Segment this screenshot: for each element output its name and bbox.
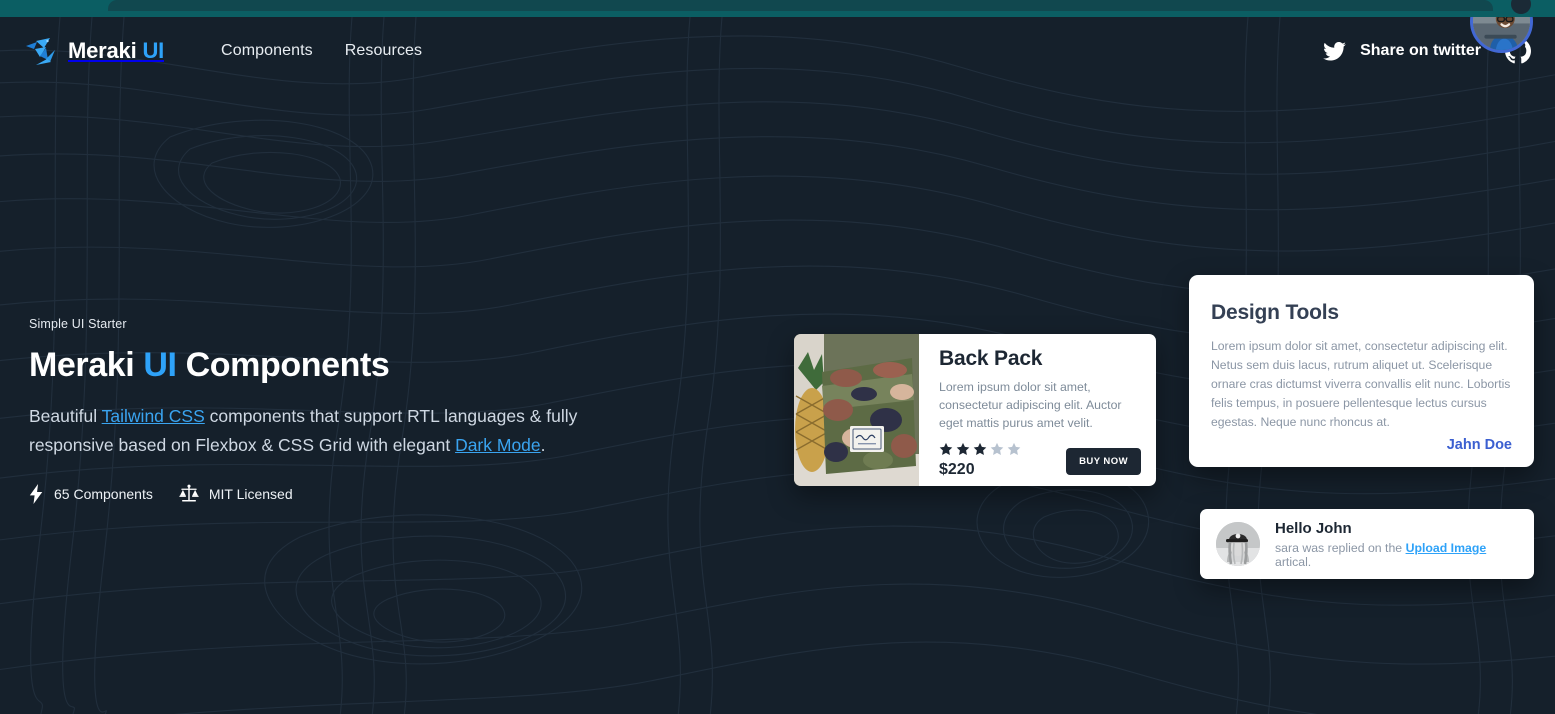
notification-text-after: artical. [1275,554,1312,569]
notification-card[interactable]: Hello John sara was replied on the Uploa… [1200,509,1534,579]
product-description: Lorem ipsum dolor sit amet, consectetur … [939,380,1122,430]
smiling-man-blue-jacket-photo [1473,17,1530,50]
design-card-title: Design Tools [1211,301,1339,324]
star-icon-filled-2 [956,442,970,455]
star-icon-empty-5 [1007,442,1021,455]
dark-mode-link[interactable]: Dark Mode [455,435,541,455]
nav-link-resources[interactable]: Resources [345,42,422,60]
hero-left-column: Simple UI Starter Meraki UI Components B… [29,317,649,504]
hero-sub-part-3: . [540,434,546,455]
bird-logo-icon [26,38,55,65]
notification-avatar [1216,522,1260,566]
star-icon-empty-4 [990,442,1004,455]
design-tools-card[interactable]: Design Tools Lorem ipsum dolor sit amet,… [1189,275,1534,467]
navbar: Meraki UI Components Resources Share on … [0,17,1555,85]
brand-logo-link[interactable]: Meraki UI [24,36,164,66]
share-on-twitter-link[interactable]: Share on twitter [1323,41,1481,61]
hero-title-after: Components [176,346,390,384]
brand-name: Meraki [68,38,137,63]
product-card[interactable]: Back Pack Lorem ipsum dolor sit amet, co… [794,334,1156,486]
nav-links: Components Resources [221,42,422,60]
product-card-body: Back Pack Lorem ipsum dolor sit amet, co… [919,334,1156,486]
brand-title: Meraki UI [68,38,164,64]
share-on-twitter-label: Share on twitter [1360,42,1481,59]
hero-eyebrow: Simple UI Starter [29,317,127,331]
star-icon-filled-3 [973,442,987,455]
nav-link-components[interactable]: Components [221,42,313,60]
brand-suffix: UI [142,38,165,63]
page-title: Meraki UI Components [29,345,649,385]
camouflage-backpack-photo [794,334,919,486]
hero-title-accent: UI [143,346,177,384]
notification-title: Hello John [1275,519,1352,537]
lightning-bolt-icon [29,483,43,504]
star-icon-filled-1 [939,442,953,455]
upload-image-link[interactable]: Upload Image [1406,541,1487,555]
hero-stats-row: 65 Components MIT Licensed [29,483,649,504]
notification-text-block: Hello John sara was replied on the Uploa… [1275,520,1518,569]
woman-in-cap-grayscale-photo [1216,522,1260,566]
browser-tab[interactable] [108,0,1493,11]
design-card-author: Jahn Doe [1446,437,1512,453]
product-image [794,334,919,486]
stat-license: MIT Licensed [179,484,293,504]
scales-balance-icon [179,484,199,502]
stat-components-label: 65 Components [54,485,153,502]
browser-profile-avatar[interactable] [1511,0,1531,14]
twitter-icon [1323,41,1346,61]
browser-chrome-strip [0,0,1555,17]
hero-sub-part-1: Beautiful [29,406,102,427]
buy-now-button[interactable]: BUY NOW [1066,448,1141,475]
tailwind-css-link[interactable]: Tailwind CSS [102,406,205,426]
hero-subtitle: Beautiful Tailwind CSS components that s… [29,402,604,460]
design-card-description: Lorem ipsum dolor sit amet, consectetur … [1211,339,1511,429]
hero-title-before: Meraki [29,346,144,384]
stat-license-label: MIT Licensed [208,485,293,502]
stat-components: 65 Components [29,483,153,504]
product-title: Back Pack [939,347,1043,370]
notification-message: sara was replied on the Upload Image art… [1275,541,1518,569]
notification-text-before: sara was replied on the [1275,540,1406,555]
page-root: Meraki UI Components Resources Share on … [0,17,1555,714]
